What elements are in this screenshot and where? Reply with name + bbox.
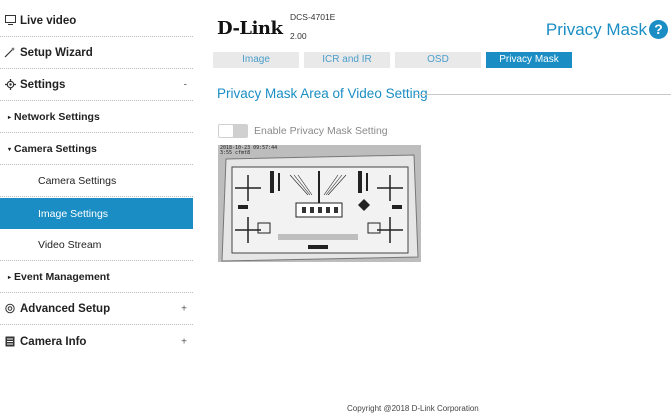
sidebar-item-camera-info[interactable]: Camera Info + bbox=[0, 326, 193, 357]
test-chart-image bbox=[218, 145, 421, 262]
sidebar-item-label: Settings bbox=[20, 79, 66, 91]
help-icon[interactable]: ? bbox=[649, 20, 668, 39]
expanded-arrow-icon: ▾ bbox=[8, 146, 12, 153]
sidebar-item-label: Camera Settings bbox=[38, 175, 117, 187]
tab-osd[interactable]: OSD bbox=[395, 52, 481, 68]
sidebar-item-label: Camera Settings bbox=[14, 143, 97, 155]
sidebar: Live video Setup Wizard Settings - ▸ Net… bbox=[0, 0, 193, 413]
enable-privacy-mask-label: Enable Privacy Mask Setting bbox=[254, 125, 388, 137]
model-name: DCS-4701E bbox=[290, 12, 336, 22]
collapse-toggle[interactable]: - bbox=[184, 80, 187, 91]
sidebar-item-label: Event Management bbox=[14, 271, 110, 283]
sidebar-item-label: Live video bbox=[20, 15, 77, 27]
sidebar-item-network-settings[interactable]: ▸ Network Settings bbox=[0, 102, 193, 133]
wand-icon bbox=[4, 47, 16, 59]
section-title: Privacy Mask Area of Video Setting bbox=[217, 86, 428, 101]
toggle-knob bbox=[219, 125, 233, 137]
sidebar-item-label: Camera Info bbox=[20, 335, 87, 348]
tab-icr-and-ir[interactable]: ICR and IR bbox=[304, 52, 390, 68]
sidebar-item-advanced-setup[interactable]: Advanced Setup + bbox=[0, 294, 193, 325]
dlink-logo: D-Link bbox=[217, 18, 283, 39]
sidebar-item-setup-wizard[interactable]: Setup Wizard bbox=[0, 38, 193, 69]
sidebar-item-label: Image Settings bbox=[38, 207, 109, 220]
copyright-text: Copyright @2018 D-Link Corporation bbox=[347, 404, 479, 413]
page-title: Privacy Mask bbox=[545, 20, 647, 39]
osd-time: 3:55 cfmt8 bbox=[220, 150, 251, 156]
firmware-version: 2.00 bbox=[290, 31, 307, 41]
sidebar-item-video-stream[interactable]: Video Stream bbox=[0, 230, 193, 261]
sidebar-item-event-management[interactable]: ▸ Event Management bbox=[0, 262, 193, 293]
sidebar-item-label: Video Stream bbox=[38, 239, 102, 251]
gear-icon bbox=[4, 79, 16, 91]
sidebar-item-live-video[interactable]: Live video bbox=[0, 6, 193, 37]
tab-privacy-mask[interactable]: Privacy Mask bbox=[486, 52, 572, 68]
document-icon bbox=[4, 336, 16, 348]
sidebar-item-settings[interactable]: Settings - bbox=[0, 70, 193, 101]
expand-toggle[interactable]: + bbox=[181, 336, 187, 347]
collapsed-arrow-icon: ▸ bbox=[8, 114, 12, 121]
video-preview[interactable]: 2018-10-23 09:57:44 3:55 cfmt8 bbox=[218, 145, 421, 262]
enable-privacy-mask-toggle[interactable] bbox=[218, 124, 248, 138]
tab-image[interactable]: Image bbox=[213, 52, 299, 68]
collapsed-arrow-icon: ▸ bbox=[8, 274, 12, 281]
sidebar-item-label: Advanced Setup bbox=[20, 303, 111, 315]
advanced-gear-icon bbox=[4, 303, 16, 315]
sidebar-item-label: Setup Wizard bbox=[20, 47, 93, 59]
sidebar-item-camera-settings[interactable]: ▾ Camera Settings bbox=[0, 134, 193, 165]
section-divider bbox=[415, 94, 671, 95]
sidebar-item-image-settings[interactable]: Image Settings bbox=[0, 198, 193, 229]
monitor-icon bbox=[4, 15, 16, 27]
sidebar-item-label: Network Settings bbox=[14, 111, 100, 123]
expand-toggle[interactable]: + bbox=[181, 304, 187, 315]
osd-timestamp: 2018-10-23 09:57:44 3:55 cfmt8 bbox=[220, 146, 277, 156]
sidebar-item-camera-settings-leaf[interactable]: Camera Settings bbox=[0, 166, 193, 197]
